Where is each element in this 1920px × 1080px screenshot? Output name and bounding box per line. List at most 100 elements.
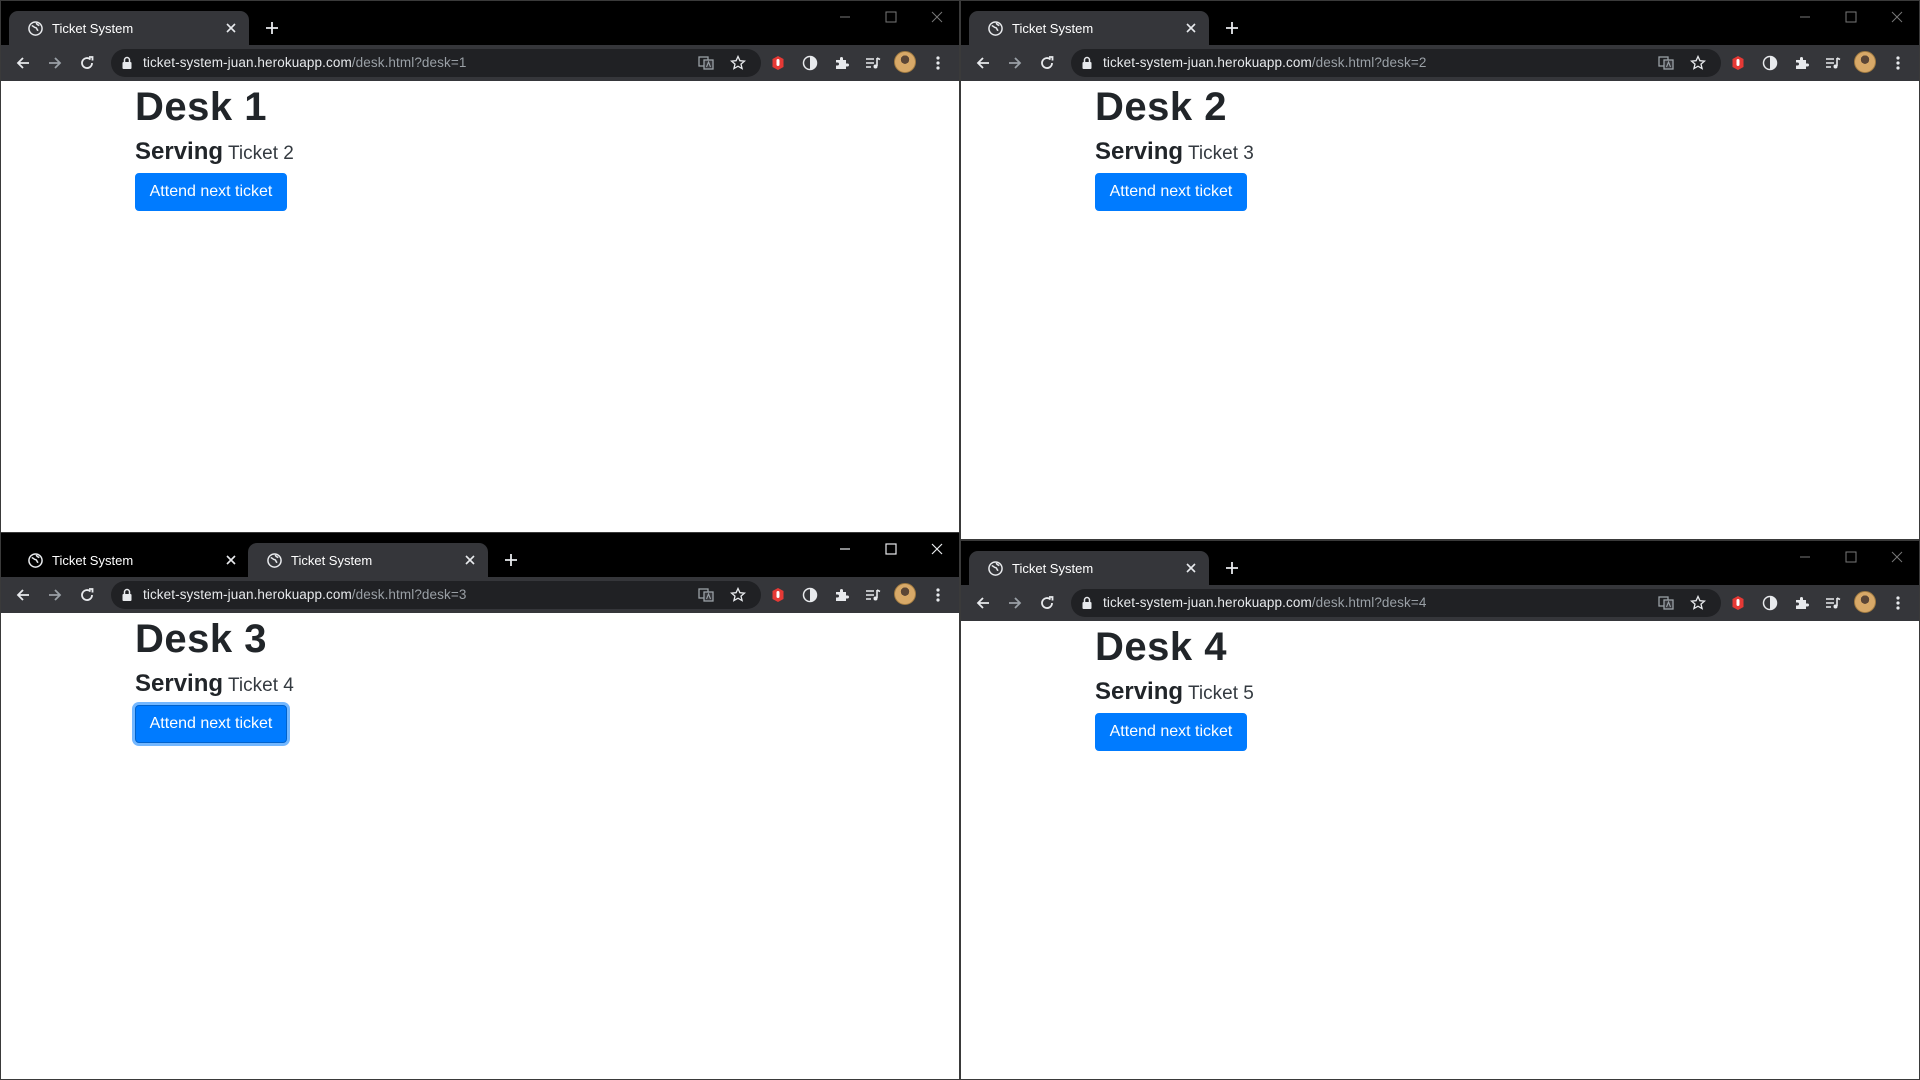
stop-hand-icon[interactable] (1728, 53, 1748, 73)
globe-icon (267, 552, 282, 568)
address-bar[interactable]: ticket-system-juan.herokuapp.com/desk.ht… (111, 49, 761, 77)
media-queue-icon[interactable] (863, 585, 883, 605)
browser-window-4: Ticket System ticket-system-juan.herokua… (960, 540, 1920, 1080)
puzzle-icon[interactable] (1792, 593, 1812, 613)
circle-half-icon[interactable] (800, 53, 820, 73)
translate-icon[interactable] (1657, 594, 1675, 612)
reload-icon[interactable] (74, 582, 100, 608)
tab-title: Ticket System (52, 552, 134, 568)
close-window-icon[interactable] (915, 535, 959, 563)
tab-ticket-system[interactable]: Ticket System (9, 11, 249, 45)
minimize-icon[interactable] (1783, 543, 1827, 571)
close-icon[interactable] (223, 552, 239, 568)
attend-next-ticket-button[interactable]: Attend next ticket (1095, 173, 1247, 211)
circle-half-icon[interactable] (1760, 593, 1780, 613)
media-queue-icon[interactable] (1823, 593, 1843, 613)
kebab-menu-icon[interactable] (928, 585, 948, 605)
stop-hand-icon[interactable] (1728, 593, 1748, 613)
minimize-icon[interactable] (823, 3, 867, 31)
tab-title: Ticket System (291, 552, 373, 568)
kebab-menu-icon[interactable] (1888, 593, 1908, 613)
back-arrow-icon[interactable] (10, 582, 36, 608)
media-queue-icon[interactable] (1823, 53, 1843, 73)
close-icon[interactable] (1183, 560, 1199, 576)
url-text: ticket-system-juan.herokuapp.com/desk.ht… (143, 55, 467, 70)
star-icon[interactable] (1689, 594, 1707, 612)
forward-arrow-icon[interactable] (1002, 50, 1028, 76)
close-window-icon[interactable] (915, 3, 959, 31)
translate-icon[interactable] (1657, 54, 1675, 72)
browser-toolbar: ticket-system-juan.herokuapp.com/desk.ht… (961, 45, 1919, 81)
page-content: Desk 3 Serving Ticket 4 Attend next ticke… (1, 613, 959, 1079)
address-bar[interactable]: ticket-system-juan.herokuapp.com/desk.ht… (1071, 589, 1721, 617)
current-ticket: Ticket 2 (228, 143, 294, 164)
avatar[interactable] (1854, 591, 1876, 613)
star-icon[interactable] (1689, 54, 1707, 72)
close-window-icon[interactable] (1875, 543, 1919, 571)
translate-icon[interactable] (697, 54, 715, 72)
current-ticket: Ticket 5 (1188, 683, 1254, 704)
close-icon[interactable] (223, 20, 239, 36)
forward-arrow-icon[interactable] (42, 582, 68, 608)
back-arrow-icon[interactable] (10, 50, 36, 76)
desk-title: Desk 3 (135, 617, 267, 661)
forward-arrow-icon[interactable] (42, 50, 68, 76)
tab-title: Ticket System (1012, 560, 1094, 576)
avatar[interactable] (894, 583, 916, 605)
tab-ticket-system[interactable]: Ticket System (9, 543, 249, 577)
globe-icon (988, 560, 1003, 576)
forward-arrow-icon[interactable] (1002, 590, 1028, 616)
plus-icon[interactable] (1220, 556, 1244, 580)
star-icon[interactable] (729, 586, 747, 604)
maximize-icon[interactable] (1829, 3, 1873, 31)
serving-label: Serving (135, 138, 224, 165)
address-bar[interactable]: ticket-system-juan.herokuapp.com/desk.ht… (111, 581, 761, 609)
plus-icon[interactable] (260, 16, 284, 40)
avatar[interactable] (894, 51, 916, 73)
translate-icon[interactable] (697, 586, 715, 604)
kebab-menu-icon[interactable] (928, 53, 948, 73)
back-arrow-icon[interactable] (970, 50, 996, 76)
kebab-menu-icon[interactable] (1888, 53, 1908, 73)
stop-hand-icon[interactable] (768, 53, 788, 73)
maximize-icon[interactable] (869, 535, 913, 563)
address-bar[interactable]: ticket-system-juan.herokuapp.com/desk.ht… (1071, 49, 1721, 77)
minimize-icon[interactable] (1783, 3, 1827, 31)
tab-ticket-system-active[interactable]: Ticket System (248, 543, 488, 577)
circle-half-icon[interactable] (1760, 53, 1780, 73)
browser-toolbar: ticket-system-juan.herokuapp.com/desk.ht… (1, 577, 959, 613)
circle-half-icon[interactable] (800, 585, 820, 605)
reload-icon[interactable] (1034, 590, 1060, 616)
minimize-icon[interactable] (823, 535, 867, 563)
star-icon[interactable] (729, 54, 747, 72)
maximize-icon[interactable] (1829, 543, 1873, 571)
avatar[interactable] (1854, 51, 1876, 73)
plus-icon[interactable] (1220, 16, 1244, 40)
close-icon[interactable] (1183, 20, 1199, 36)
attend-next-ticket-button[interactable]: Attend next ticket (135, 173, 287, 211)
reload-icon[interactable] (1034, 50, 1060, 76)
plus-icon[interactable] (499, 548, 523, 572)
maximize-icon[interactable] (869, 3, 913, 31)
tab-ticket-system[interactable]: Ticket System (969, 11, 1209, 45)
tab-strip: Ticket System Ticket System (1, 533, 959, 577)
browser-toolbar: ticket-system-juan.herokuapp.com/desk.ht… (1, 45, 959, 81)
url-text: ticket-system-juan.herokuapp.com/desk.ht… (1103, 55, 1427, 70)
puzzle-icon[interactable] (832, 53, 852, 73)
back-arrow-icon[interactable] (970, 590, 996, 616)
close-window-icon[interactable] (1875, 3, 1919, 31)
attend-next-ticket-button[interactable]: Attend next ticket (1095, 713, 1247, 751)
close-icon[interactable] (462, 552, 478, 568)
puzzle-icon[interactable] (832, 585, 852, 605)
stop-hand-icon[interactable] (768, 585, 788, 605)
reload-icon[interactable] (74, 50, 100, 76)
tab-ticket-system[interactable]: Ticket System (969, 551, 1209, 585)
desk-title: Desk 1 (135, 85, 267, 129)
attend-next-ticket-button[interactable]: Attend next ticket (135, 705, 287, 743)
media-queue-icon[interactable] (863, 53, 883, 73)
page-content: Desk 2 Serving Ticket 3 Attend next ticke… (961, 81, 1919, 539)
serving-line: Serving Ticket 3 (1095, 138, 1254, 166)
desk-title: Desk 4 (1095, 625, 1227, 669)
tab-title: Ticket System (1012, 20, 1094, 36)
puzzle-icon[interactable] (1792, 53, 1812, 73)
